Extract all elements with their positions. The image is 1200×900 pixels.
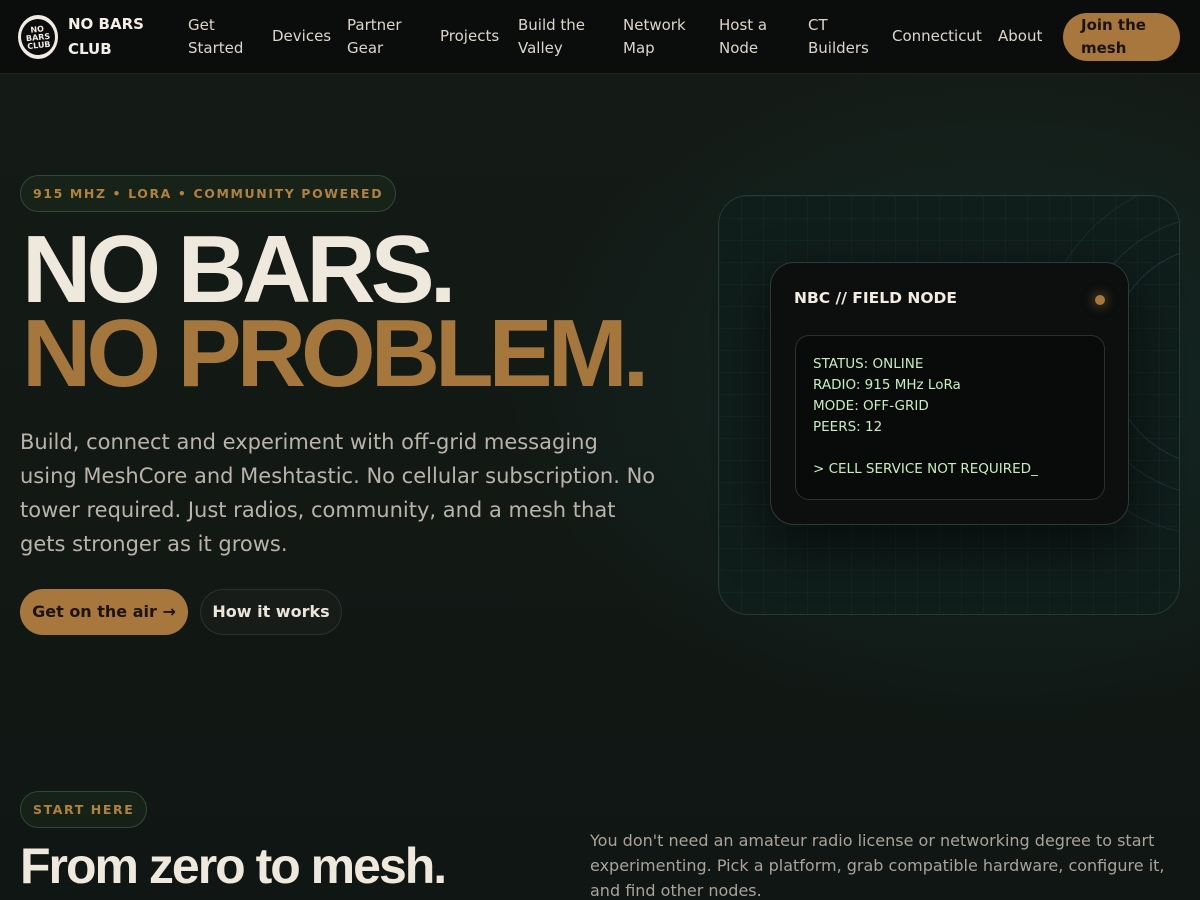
start-here-badge: START HERE [20,791,148,828]
nav-host-a-node[interactable]: Host a Node [719,14,781,60]
terminal-line: PEERS: 12 [813,419,883,435]
terminal-line: STATUS: ONLINE [813,356,924,372]
brand-name[interactable]: NO BARS CLUB [68,12,148,62]
hero-headline: NO BARS. NO PROBLEM. [22,222,702,407]
nav-connecticut[interactable]: Connecticut [892,25,982,48]
nav-partner-gear[interactable]: Partner Gear [347,14,417,60]
brand-logo[interactable]: NO BARS CLUB [18,15,58,59]
nav-get-started[interactable]: Get Started [188,14,258,60]
logo-mark: NO BARS CLUB [19,17,57,57]
headline-line-2: NO PROBLEM. [22,300,649,407]
terminal-prompt-line: > CELL SERVICE NOT REQUIRED_ [813,461,1038,477]
hero-lead-text: Build, connect and experiment with off-g… [20,430,656,556]
logo-line-3: CLUB [26,39,51,52]
terminal-line: MODE: OFF-GRID [813,398,929,414]
section-intro-text: You don't need an amateur radio license … [590,831,1165,900]
nav-projects[interactable]: Projects [440,25,499,48]
nav-build-the-valley[interactable]: Build the Valley [518,14,598,60]
status-indicator-dot [1095,295,1105,305]
get-on-the-air-button[interactable]: Get on the air → [20,589,188,635]
nav-about[interactable]: About [998,25,1042,48]
field-node-card: NBC // FIELD NODE STATUS: ONLINE RADIO: … [770,262,1129,525]
nav-devices[interactable]: Devices [272,25,331,48]
terminal-spacer [813,438,1087,459]
node-terminal: STATUS: ONLINE RADIO: 915 MHz LoRa MODE:… [795,335,1105,500]
top-navigation: NO BARS CLUB NO BARS CLUB Get Started De… [0,0,1200,74]
node-card-title: NBC // FIELD NODE [794,289,957,307]
nav-network-map[interactable]: Network Map [623,14,695,60]
join-the-mesh-button[interactable]: Join the mesh [1063,13,1180,61]
terminal-line: RADIO: 915 MHz LoRa [813,377,961,393]
section-heading: From zero to mesh. [20,838,447,894]
how-it-works-button[interactable]: How it works [200,589,342,635]
hero-eyebrow-badge: 915 MHZ • LORA • COMMUNITY POWERED [20,175,397,212]
nav-ct-builders[interactable]: CT Builders [808,14,874,60]
